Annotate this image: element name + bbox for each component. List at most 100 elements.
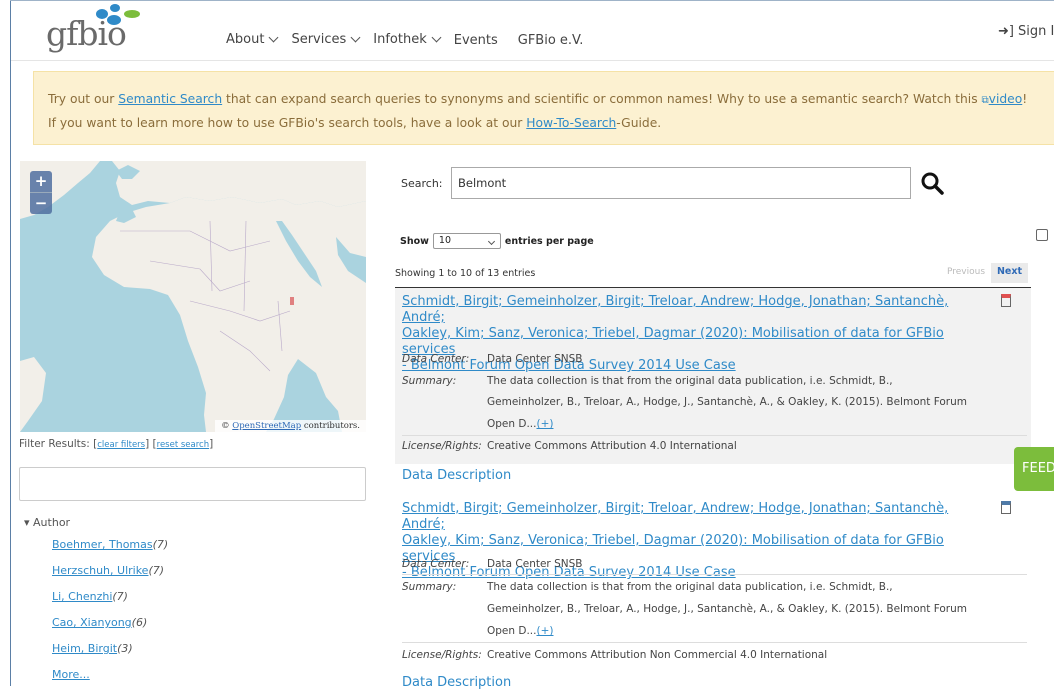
author-facet-label: Author [33, 516, 71, 529]
openstreetmap-link[interactable]: OpenStreetMap [232, 421, 301, 431]
per-page-select[interactable]: 10 [432, 233, 501, 249]
facet-author-link[interactable]: Li, Chenzhi [52, 590, 112, 603]
facet-more-link[interactable]: More... [52, 668, 90, 681]
attribution-text: contributors. [301, 421, 360, 431]
header-divider [11, 60, 1054, 61]
nav-events[interactable]: Events [454, 33, 498, 48]
expand-summary-link[interactable]: (+) [536, 418, 553, 430]
window-top-border [10, 0, 1054, 1]
zoom-out-button[interactable]: − [30, 192, 52, 214]
window-left-border [10, 0, 11, 686]
map-attribution: © OpenStreetMap contributors. [215, 420, 366, 432]
video-link[interactable]: video [989, 92, 1023, 106]
map-zoom-control: + − [30, 171, 52, 214]
facet-author-link[interactable]: Cao, Xianyong [52, 616, 132, 629]
field-divider [402, 435, 1027, 436]
facet-author-link[interactable]: Heim, Birgit [52, 642, 117, 655]
clear-filters-link[interactable]: clear filters [97, 440, 145, 450]
summary-line: Open D...(+) [487, 418, 553, 430]
nav-infothek[interactable]: Infothek [373, 31, 442, 48]
notice-text: Try out our [48, 92, 119, 106]
notice-line-1: Try out our Semantic Search that can exp… [48, 88, 1054, 112]
facet-item: Cao, Xianyong(6) [52, 616, 168, 642]
semantic-search-link[interactable]: Semantic Search [118, 92, 222, 106]
chevron-down-icon [268, 32, 279, 43]
nav-label: Services [291, 32, 347, 47]
nav-label: Events [453, 33, 498, 48]
summary-line: The data collection is that from the ori… [487, 581, 893, 593]
field-value: Creative Commons Attribution 4.0 Interna… [487, 440, 737, 452]
notice-text: If you want to learn more how to use GFB… [48, 116, 527, 130]
facet-count: (6) [131, 616, 148, 629]
gfbio-logo[interactable]: gfbio [46, 4, 166, 53]
chevron-down-icon [487, 237, 495, 246]
author-facet-header[interactable]: ▾ Author [24, 516, 70, 529]
data-description-link[interactable]: Data Description [402, 468, 511, 483]
attribution-text: © [221, 421, 233, 431]
facet-count: (7) [148, 564, 165, 577]
field-divider [402, 642, 1027, 643]
search-input[interactable]: Belmont [451, 167, 911, 199]
nav-gfbio-ev[interactable]: GFBio e.V. [518, 33, 584, 48]
feedback-tab[interactable]: FEEDBACK [1014, 447, 1054, 491]
nav-label: About [226, 32, 265, 47]
notice-line-2: If you want to learn more how to use GFB… [48, 112, 1054, 134]
field-label: Data Center: [402, 558, 470, 570]
filter-input[interactable] [19, 467, 366, 501]
facet-count: (7) [112, 590, 128, 603]
field-value: Data Center SNSB [487, 558, 583, 570]
entries-per-page: Show 10 entries per page [400, 233, 594, 249]
result-row: Schmidt, Birgit; Gemeinholzer, Birgit; T… [395, 288, 1031, 483]
field-label: Summary: [402, 375, 457, 387]
facet-author-link[interactable]: Herzschuh, Ulrike [52, 564, 148, 577]
facet-count: (3) [117, 642, 133, 655]
data-description-link[interactable]: Data Description [402, 675, 511, 690]
result-row: Schmidt, Birgit; Gemeinholzer, Birgit; T… [395, 497, 1031, 690]
notice-text: -Guide. [616, 116, 662, 130]
per-page-value: 10 [438, 235, 452, 246]
nav-about[interactable]: About [226, 31, 279, 48]
facet-author-link[interactable]: Boehmer, Thomas [52, 538, 153, 551]
summary-text: Open D... [487, 625, 537, 637]
notice-text: that can expand search queries to synony… [222, 92, 982, 106]
reset-search-link[interactable]: reset search [157, 440, 209, 450]
logo-dots-icon [96, 4, 140, 25]
field-label: License/Rights: [402, 649, 482, 661]
nav-label: GFBio e.V. [517, 33, 584, 48]
select-all-checkbox[interactable] [1036, 229, 1048, 241]
summary-line: Gemeinholzer, B., Treloar, A., Hodge, J.… [487, 396, 968, 408]
per-page-suffix: entries per page [504, 235, 594, 247]
basket-checkbox-icon[interactable] [1001, 501, 1011, 514]
sign-in-link[interactable]: ➜]Sign In [998, 24, 1054, 39]
facet-item: Boehmer, Thomas(7) [52, 538, 168, 564]
expand-summary-link[interactable]: (+) [536, 625, 553, 637]
how-to-search-link[interactable]: How-To-Search [526, 116, 616, 130]
previous-page-button[interactable]: Previous [944, 263, 988, 283]
basket-checkbox-icon[interactable] [1001, 294, 1011, 307]
zoom-in-button[interactable]: + [30, 171, 52, 192]
sign-in-label: Sign In [1017, 24, 1054, 39]
next-page-button[interactable]: Next [991, 263, 1028, 283]
facet-item: Heim, Birgit(3) [52, 642, 168, 668]
map-view[interactable]: + − © OpenStreetMap contributors. [20, 161, 366, 432]
main-nav: About Services Infothek Events GFBio e.V… [226, 31, 597, 48]
map-tiles [20, 161, 366, 432]
summary-line: Gemeinholzer, B., Treloar, A., Hodge, J.… [487, 603, 968, 615]
facet-item: Li, Chenzhi(7) [52, 590, 168, 616]
title-line: Schmidt, Birgit; Gemeinholzer, Birgit; T… [402, 501, 949, 532]
nav-services[interactable]: Services [291, 31, 361, 48]
field-label: License/Rights: [402, 440, 482, 452]
field-label: Summary: [402, 581, 457, 593]
chevron-down-icon [350, 32, 361, 43]
nav-label: Infothek [373, 32, 427, 47]
facet-item: More... [52, 668, 168, 694]
summary-text: Open D... [487, 418, 537, 430]
chevron-down-icon [431, 32, 442, 43]
filter-results-label: Filter Results: [19, 438, 90, 450]
notice-text: ! [1022, 92, 1028, 106]
search-button[interactable] [920, 171, 946, 197]
search-icon [921, 172, 944, 195]
facet-item: Herzschuh, Ulrike(7) [52, 564, 168, 590]
field-label: Data Center: [402, 353, 470, 365]
results-info-bar: Showing 1 to 10 of 13 entries Previous N… [395, 263, 1031, 288]
